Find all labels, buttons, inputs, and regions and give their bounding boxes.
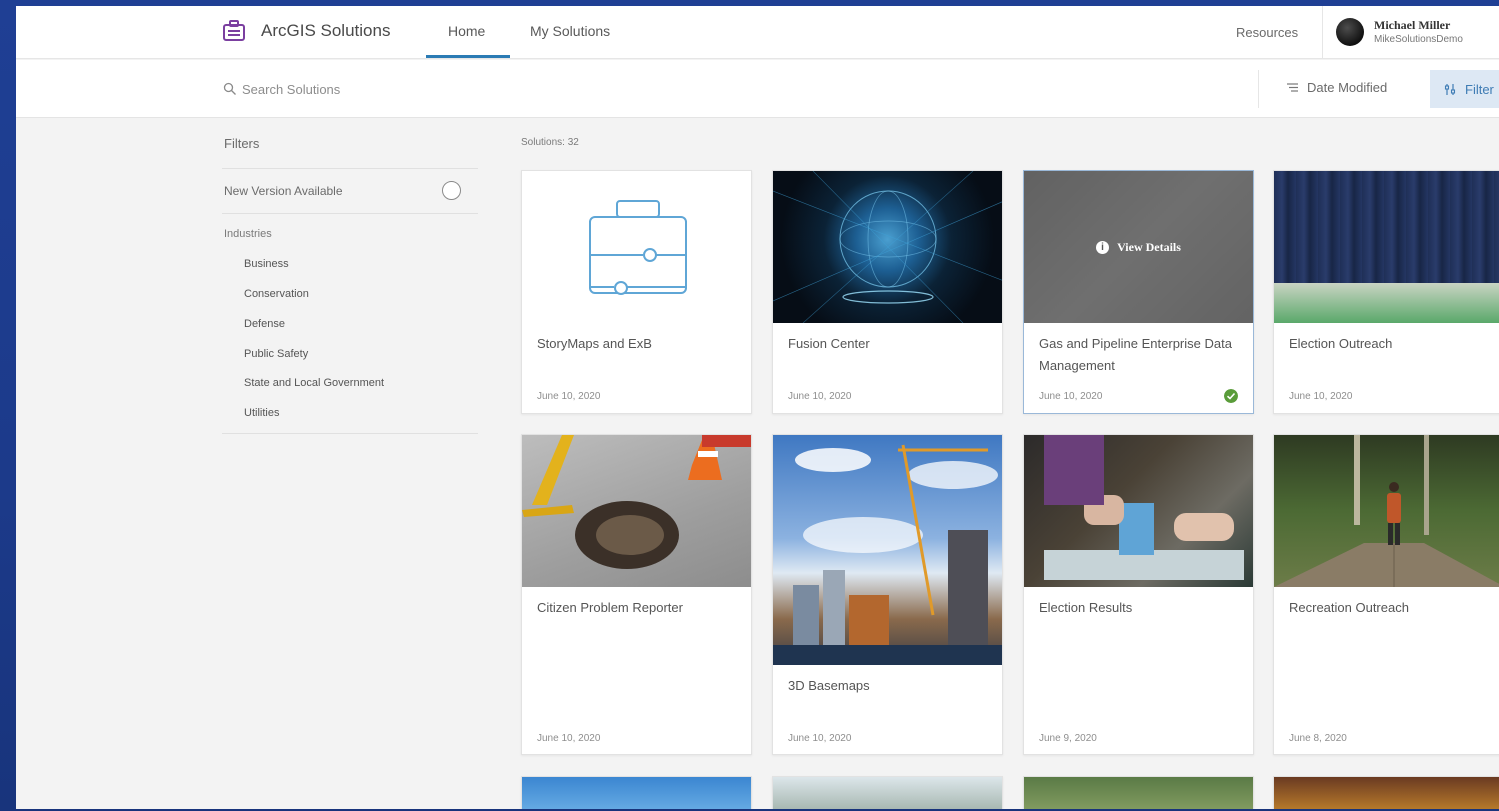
app-name: ArcGIS Solutions <box>261 21 391 40</box>
card-date: June 9, 2020 <box>1039 733 1097 744</box>
solution-card[interactable]: Fusion Center June 10, 2020 <box>772 170 1003 414</box>
filter-label: Filter <box>1465 81 1494 97</box>
solution-card-partial[interactable] <box>772 776 1003 809</box>
solution-card[interactable]: Citizen Problem Reporter June 10, 2020 <box>521 434 752 755</box>
search-icon <box>223 82 236 95</box>
card-date: June 10, 2020 <box>537 391 601 402</box>
user-handle: MikeSolutionsDemo <box>1374 34 1463 45</box>
solutions-logo-icon <box>223 20 245 41</box>
card-thumbnail <box>522 435 751 587</box>
card-thumbnail: i View Details <box>1024 171 1253 323</box>
card-title: Election Outreach <box>1289 336 1393 351</box>
card-date: June 10, 2020 <box>537 733 601 744</box>
resources-link[interactable]: Resources <box>1236 25 1298 40</box>
industry-filter-public-safety[interactable]: Public Safety <box>244 348 308 360</box>
toolbar-divider <box>1258 70 1259 108</box>
user-avatar[interactable] <box>1336 18 1364 46</box>
industry-filter-conservation[interactable]: Conservation <box>244 288 309 300</box>
filters-heading: Filters <box>224 136 260 151</box>
card-title: Citizen Problem Reporter <box>537 600 683 615</box>
ballot-illustration <box>1044 435 1244 580</box>
sort-button[interactable]: Date Modified <box>1286 80 1387 95</box>
card-title: 3D Basemaps <box>788 678 870 693</box>
header-divider <box>1322 6 1323 59</box>
card-date: June 10, 2020 <box>1039 391 1103 402</box>
solution-card[interactable]: StoryMaps and ExB June 10, 2020 <box>521 170 752 414</box>
solution-card-partial[interactable] <box>1023 776 1254 809</box>
sort-icon <box>1287 83 1298 92</box>
pothole-illustration <box>522 435 751 569</box>
skyline-illustration <box>773 444 1002 665</box>
sidebar-divider <box>222 433 478 434</box>
card-thumbnail <box>773 435 1002 665</box>
industries-heading: Industries <box>224 228 272 240</box>
solution-card[interactable]: Election Results June 9, 2020 <box>1023 434 1254 755</box>
solutions-count: Solutions: 32 <box>521 137 579 148</box>
card-thumbnail <box>1274 171 1499 323</box>
card-thumbnail <box>522 171 751 323</box>
view-details-overlay[interactable]: i View Details <box>1024 171 1253 323</box>
card-title: Gas and Pipeline Enterprise Data Managem… <box>1039 336 1232 373</box>
card-thumbnail <box>773 171 1002 323</box>
solution-card-partial[interactable] <box>521 776 752 809</box>
card-date: June 10, 2020 <box>1289 391 1353 402</box>
sidebar-divider <box>222 168 478 169</box>
solution-card[interactable]: i View Details Gas and Pipeline Enterpri… <box>1023 170 1254 414</box>
filter-button[interactable]: Filter <box>1430 70 1499 108</box>
card-thumbnail <box>1024 435 1253 587</box>
view-details-label: View Details <box>1117 239 1181 254</box>
search-toolbar: Date Modified Filter <box>16 60 1499 118</box>
trail-illustration <box>1274 435 1499 587</box>
brand[interactable]: ArcGIS Solutions <box>221 18 390 44</box>
globe-illustration <box>773 171 1002 323</box>
user-name[interactable]: Michael Miller <box>1374 18 1450 33</box>
card-date: June 8, 2020 <box>1289 733 1347 744</box>
industry-filter-utilities[interactable]: Utilities <box>244 407 279 419</box>
booth-floor <box>1274 283 1499 323</box>
industry-filter-business[interactable]: Business <box>244 258 289 270</box>
tab-my-solutions[interactable]: My Solutions <box>530 23 610 39</box>
tab-home[interactable]: Home <box>448 23 485 39</box>
industry-filter-defense[interactable]: Defense <box>244 318 285 330</box>
card-title: Recreation Outreach <box>1289 600 1409 615</box>
card-title: StoryMaps and ExB <box>537 336 652 351</box>
app-window: ArcGIS Solutions Home My Solutions Resou… <box>16 6 1499 809</box>
new-version-label: New Version Available <box>224 184 343 198</box>
solution-card-partial[interactable] <box>1273 776 1499 809</box>
new-version-toggle[interactable] <box>442 181 461 200</box>
active-tab-indicator <box>426 55 510 58</box>
briefcase-icon <box>589 200 687 295</box>
top-navigation-bar: ArcGIS Solutions Home My Solutions Resou… <box>16 6 1499 59</box>
solution-card[interactable]: 3D Basemaps June 10, 2020 <box>772 434 1003 755</box>
solution-card[interactable]: Recreation Outreach June 8, 2020 <box>1273 434 1499 755</box>
industry-filter-state-local-government[interactable]: State and Local Government <box>244 377 384 389</box>
card-date: June 10, 2020 <box>788 733 852 744</box>
card-title: Fusion Center <box>788 336 870 351</box>
filter-icon <box>1444 83 1456 95</box>
card-title: Election Results <box>1039 600 1133 615</box>
sort-label: Date Modified <box>1307 80 1388 95</box>
check-icon <box>1224 389 1238 403</box>
card-date: June 10, 2020 <box>788 391 852 402</box>
info-icon: i <box>1096 240 1110 254</box>
card-thumbnail <box>1274 435 1499 587</box>
solution-card[interactable]: Election Outreach June 10, 2020 <box>1273 170 1499 414</box>
sidebar-divider <box>222 213 478 214</box>
search-input[interactable] <box>242 79 642 99</box>
